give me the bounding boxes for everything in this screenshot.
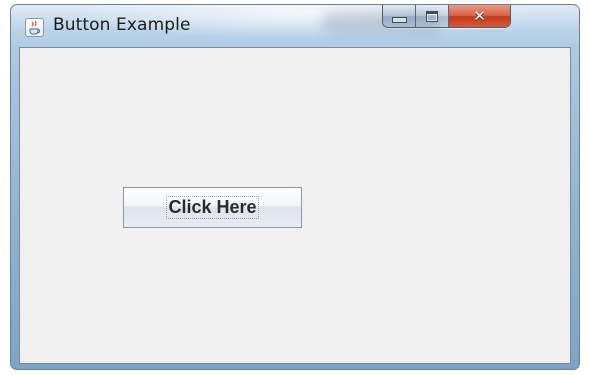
application-window: Button Example ✕ Click Here	[10, 4, 580, 370]
click-here-button-label: Click Here	[166, 196, 259, 219]
maximize-icon	[426, 10, 438, 22]
minimize-button[interactable]	[383, 5, 416, 27]
minimize-icon	[391, 17, 407, 23]
close-button[interactable]: ✕	[449, 5, 510, 27]
maximize-button[interactable]	[416, 5, 449, 27]
java-cup-icon[interactable]	[25, 18, 44, 37]
close-icon: ✕	[473, 6, 486, 25]
window-title: Button Example	[53, 15, 191, 35]
click-here-button[interactable]: Click Here	[123, 187, 302, 228]
content-pane: Click Here	[19, 47, 571, 364]
title-bar[interactable]: Button Example ✕	[11, 5, 579, 47]
caption-buttons: ✕	[382, 5, 511, 28]
